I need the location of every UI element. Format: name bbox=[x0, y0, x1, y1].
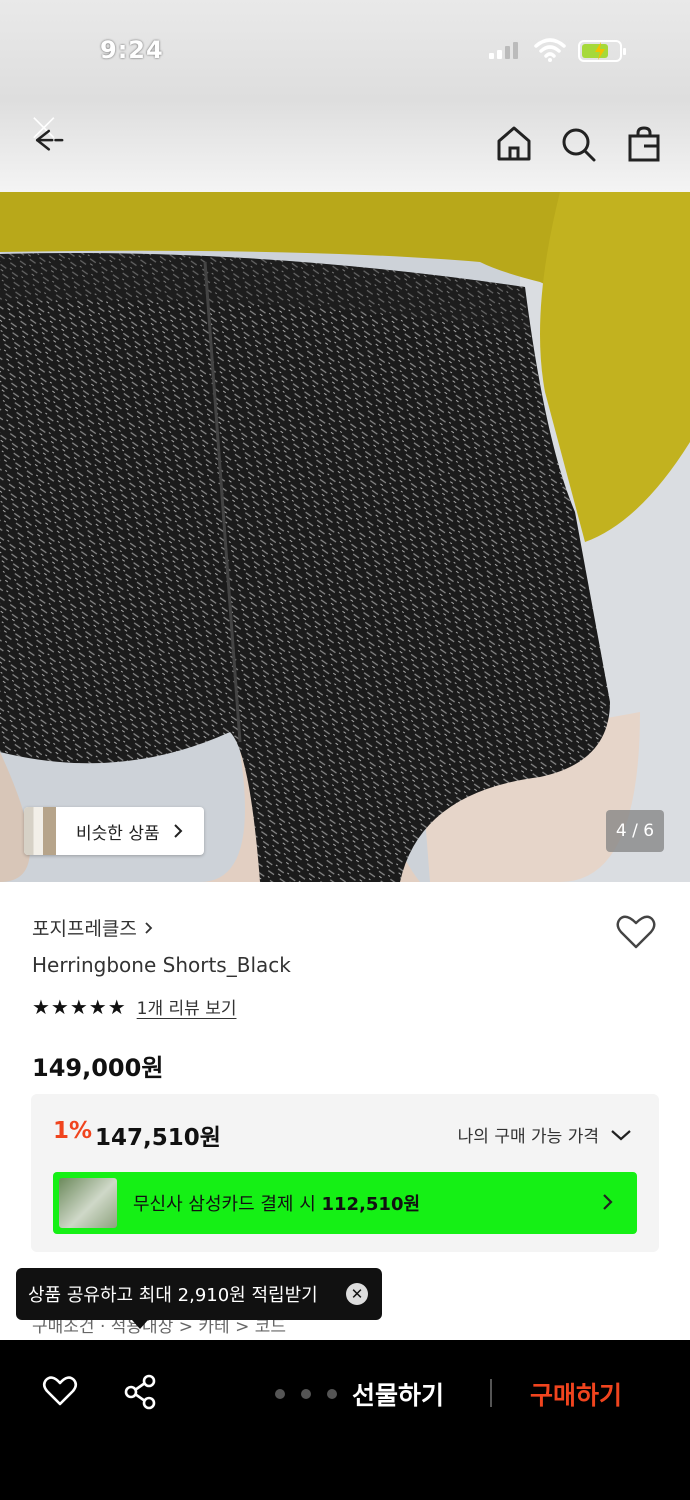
similar-products-thumbnail bbox=[24, 807, 56, 855]
image-page-indicator: 4 / 6 bbox=[606, 810, 664, 852]
similar-products-button[interactable]: 비슷한 상품 bbox=[24, 807, 204, 855]
tooltip-close-icon[interactable]: ✕ bbox=[346, 1283, 368, 1305]
card-promo-text: 무신사 삼성카드 결제 시 112,510원 bbox=[133, 1190, 420, 1216]
product-photo bbox=[0, 192, 690, 882]
rating-row: ★★★★★ 1개 리뷰 보기 bbox=[32, 994, 237, 1020]
battery-icon bbox=[578, 40, 626, 62]
share-icon[interactable] bbox=[122, 1374, 158, 1410]
discount-price: 147,510원 bbox=[95, 1125, 221, 1151]
similar-products-label: 비슷한 상품 bbox=[76, 823, 160, 844]
brand-link[interactable]: 포지프레클즈 bbox=[32, 914, 155, 941]
product-name: Herringbone Shorts_Black bbox=[32, 953, 291, 977]
gift-button[interactable]: 선물하기 bbox=[352, 1376, 444, 1412]
search-icon[interactable] bbox=[558, 124, 598, 164]
product-price: 149,000원 bbox=[32, 1054, 164, 1082]
share-reward-tooltip: 상품 공유하고 최대 2,910원 적립받기 ✕ bbox=[16, 1268, 382, 1320]
back-arrow-icon[interactable] bbox=[28, 116, 68, 156]
shopping-bag-icon[interactable] bbox=[624, 124, 664, 164]
signal-icon bbox=[489, 42, 518, 59]
chevron-right-icon bbox=[603, 1194, 613, 1210]
review-link[interactable]: 1개 리뷰 보기 bbox=[137, 994, 237, 1019]
card-promo-image bbox=[59, 1178, 117, 1228]
chevron-down-icon bbox=[611, 1129, 631, 1140]
my-price-toggle[interactable]: 나의 구매 가능 가격 bbox=[458, 1122, 633, 1147]
wifi-icon bbox=[534, 38, 566, 62]
card-promo-prefix: 무신사 삼성카드 결제 시 bbox=[133, 1194, 316, 1215]
status-time: 9:24 bbox=[100, 36, 164, 64]
wishlist-heart-icon[interactable] bbox=[42, 1374, 78, 1408]
loading-dots bbox=[275, 1389, 337, 1399]
card-promo-banner[interactable]: 무신사 삼성카드 결제 시 112,510원 bbox=[53, 1172, 637, 1234]
bottom-action-bar bbox=[0, 1340, 690, 1500]
brand-name: 포지프레클즈 bbox=[32, 918, 137, 940]
discount-percent: 1% bbox=[53, 1118, 93, 1144]
chevron-right-icon bbox=[173, 824, 183, 838]
home-icon[interactable] bbox=[494, 124, 534, 164]
bottom-bar-divider bbox=[490, 1379, 492, 1407]
rating-stars: ★★★★★ bbox=[32, 994, 127, 1019]
tooltip-tail bbox=[132, 1320, 148, 1329]
buy-button[interactable]: 구매하기 bbox=[530, 1376, 622, 1412]
card-promo-price: 112,510원 bbox=[321, 1194, 421, 1215]
status-bar: 9:24 bbox=[0, 0, 690, 100]
share-reward-text: 상품 공유하고 최대 2,910원 적립받기 bbox=[28, 1285, 318, 1306]
chevron-right-icon bbox=[145, 921, 153, 934]
my-price-label: 나의 구매 가능 가격 bbox=[457, 1127, 599, 1147]
wishlist-heart-icon[interactable] bbox=[616, 914, 656, 950]
price-box: 1% 147,510원 나의 구매 가능 가격 무신사 삼성카드 결제 시 11… bbox=[31, 1094, 659, 1252]
product-image[interactable] bbox=[0, 192, 690, 882]
